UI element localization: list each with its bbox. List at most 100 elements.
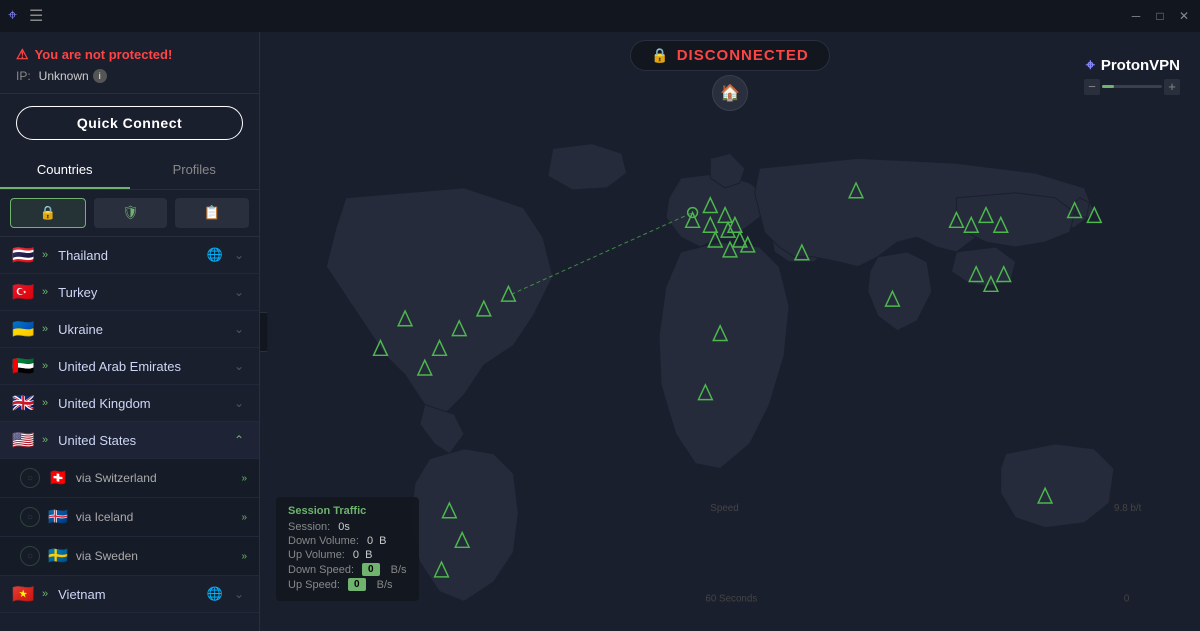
globe-icon-vietnam: 🌐 (207, 586, 223, 602)
titlebar: ⌖ ☰ ─ □ ✕ (0, 0, 1200, 32)
proton-logo-icon: ⌖ (8, 7, 17, 25)
arrow-ukraine: » (42, 323, 48, 335)
titlebar-controls: ─ □ ✕ (1128, 8, 1192, 24)
stat-up-vol-value: 0 B (353, 549, 393, 561)
map-area[interactable]: Speed 9.8 b/t 60 Seconds 0 Session Traff… (260, 119, 1200, 631)
stat-up-vol: Up Volume: 0 B (288, 549, 407, 561)
country-item-uae[interactable]: 🇦🇪 » United Arab Emirates ⌄ (0, 348, 259, 385)
country-item-thailand[interactable]: 🇹🇭 » Thailand 🌐 ⌄ (0, 237, 259, 274)
flag-uk: 🇬🇧 (12, 395, 34, 411)
country-item-ukraine[interactable]: 🇺🇦 » Ukraine ⌄ (0, 311, 259, 348)
maximize-button[interactable]: □ (1152, 8, 1168, 24)
country-item-vietnam[interactable]: 🇻🇳 » Vietnam 🌐 ⌄ (0, 576, 259, 613)
svg-text:0: 0 (1124, 593, 1130, 604)
flag-is: 🇮🇸 (48, 507, 68, 527)
arrow-thailand: » (42, 249, 48, 261)
protection-status-text: You are not protected! (35, 47, 173, 62)
sub-item-us-ch[interactable]: ○ 🇨🇭 via Switzerland » (0, 459, 259, 498)
sidebar: ⚠ You are not protected! IP: Unknown i Q… (0, 32, 260, 631)
svg-text:Speed: Speed (710, 503, 738, 514)
country-list: 🇹🇭 » Thailand 🌐 ⌄ 🇹🇷 » Turkey ⌄ 🇺🇦 » Ukr… (0, 237, 259, 631)
filter-row: 🔒 🛡 📋 (0, 190, 259, 237)
stat-up-vol-label: Up Volume: (288, 549, 345, 561)
zoom-in-button[interactable]: + (1164, 79, 1180, 95)
flag-thailand: 🇹🇭 (12, 247, 34, 263)
protection-status: ⚠ You are not protected! (16, 46, 243, 63)
tabs: Countries Profiles (0, 152, 259, 190)
arrow-uae: » (42, 360, 48, 372)
circle-us-is: ○ (20, 507, 40, 527)
chevron-thailand: ⌄ (231, 247, 247, 263)
chevron-uk: ⌄ (231, 395, 247, 411)
protonvpn-brand: ⌖ ProtonVPN − + (1084, 57, 1180, 95)
proton-brand-icon: ⌖ (1086, 57, 1095, 75)
disconnected-text: DISCONNECTED (677, 47, 809, 64)
status-lock-icon: 🔒 (651, 47, 668, 64)
stat-up-speed: Up Speed: 0 B/s (288, 578, 407, 591)
chevron-us: ⌃ (231, 432, 247, 448)
ip-label: IP: (16, 69, 31, 83)
stat-up-speed-label: Up Speed: (288, 579, 340, 591)
home-button[interactable]: 🏠 (712, 75, 748, 111)
flag-uae: 🇦🇪 (12, 358, 34, 374)
country-item-turkey[interactable]: 🇹🇷 » Turkey ⌄ (0, 274, 259, 311)
arrow-uk: » (42, 397, 48, 409)
tab-profiles[interactable]: Profiles (130, 152, 260, 189)
filter-secure-button[interactable]: 🔒 (10, 198, 86, 228)
stat-session: Session: 0s (288, 521, 407, 533)
filter-shield-button[interactable]: 🛡 (94, 198, 168, 228)
flag-us: 🇺🇸 (12, 432, 34, 448)
arrow-turkey: » (42, 286, 48, 298)
stat-session-label: Session: (288, 521, 330, 533)
arrow-vietnam: » (42, 588, 48, 600)
right-panel: ‹ 🔒 DISCONNECTED 🏠 ⌖ ProtonVPN − (260, 32, 1200, 631)
brand-name: ⌖ ProtonVPN (1086, 57, 1180, 75)
country-name-us: United States (58, 433, 223, 448)
chevron-vietnam: ⌄ (231, 586, 247, 602)
stats-overlay: Session Traffic Session: 0s Down Volume:… (276, 497, 419, 601)
sub-label-is: via Iceland (76, 510, 234, 524)
stats-title: Session Traffic (288, 505, 407, 517)
disconnected-badge: 🔒 DISCONNECTED (630, 40, 829, 71)
ip-info-icon[interactable]: i (93, 69, 107, 83)
stat-down-vol-label: Down Volume: (288, 535, 359, 547)
svg-text:60 Seconds: 60 Seconds (705, 593, 757, 604)
flag-ch: 🇨🇭 (48, 468, 68, 488)
zoom-fill (1102, 85, 1114, 88)
filter-server-button[interactable]: 📋 (175, 198, 249, 228)
country-item-us[interactable]: 🇺🇸 » United States ⌃ (0, 422, 259, 459)
stat-down-vol: Down Volume: 0 B (288, 535, 407, 547)
circle-us-se: ○ (20, 546, 40, 566)
zoom-bar (1102, 85, 1162, 88)
country-name-thailand: Thailand (58, 248, 199, 263)
zoom-out-button[interactable]: − (1084, 79, 1100, 95)
sub-item-us-se[interactable]: ○ 🇸🇪 via Sweden » (0, 537, 259, 576)
stat-up-speed-unit: B/s (374, 579, 393, 591)
via-arrow-ch: » (241, 473, 247, 484)
top-bar: 🔒 DISCONNECTED 🏠 ⌖ ProtonVPN − + (260, 32, 1200, 119)
via-arrow-se: » (241, 551, 247, 562)
flag-ukraine: 🇺🇦 (12, 321, 34, 337)
server-filter-icon: 📋 (204, 205, 221, 221)
chevron-turkey: ⌄ (231, 284, 247, 300)
country-name-vietnam: Vietnam (58, 587, 199, 602)
stat-down-speed: Down Speed: 0 B/s (288, 563, 407, 576)
minimize-button[interactable]: ─ (1128, 8, 1144, 24)
tab-countries[interactable]: Countries (0, 152, 130, 189)
connection-status-area: 🔒 DISCONNECTED 🏠 (630, 40, 829, 111)
stat-down-vol-value: 0 B (367, 535, 407, 547)
hamburger-icon[interactable]: ☰ (29, 6, 43, 26)
close-button[interactable]: ✕ (1176, 8, 1192, 24)
sidebar-header: ⚠ You are not protected! IP: Unknown i (0, 32, 259, 94)
titlebar-menu: ⌖ ☰ (8, 6, 43, 26)
sub-item-us-is[interactable]: ○ 🇮🇸 via Iceland » (0, 498, 259, 537)
circle-us-ch: ○ (20, 468, 40, 488)
sub-label-se: via Sweden (76, 549, 234, 563)
quick-connect-button[interactable]: Quick Connect (16, 106, 243, 140)
country-name-uae: United Arab Emirates (58, 359, 223, 374)
warning-icon: ⚠ (16, 46, 29, 63)
brand-text: ProtonVPN (1101, 57, 1180, 74)
country-item-uk[interactable]: 🇬🇧 » United Kingdom ⌄ (0, 385, 259, 422)
lock-filter-icon: 🔒 (40, 205, 57, 221)
flag-se: 🇸🇪 (48, 546, 68, 566)
